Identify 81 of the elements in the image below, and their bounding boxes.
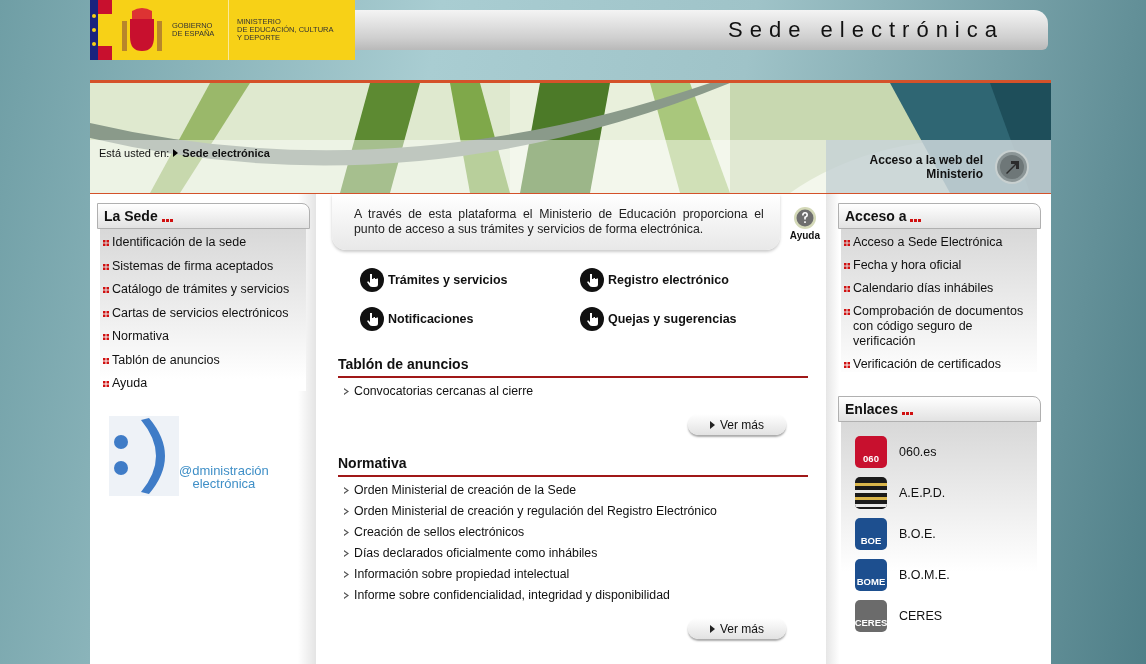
quick-link[interactable]: Trámites y servicios (360, 268, 580, 292)
e-administration-logo[interactable]: @dministración electrónica (109, 416, 310, 496)
breadcrumb-label: Está usted en: (99, 147, 170, 159)
external-link[interactable]: A.E.P.D. (899, 486, 946, 500)
hand-pointer-icon (580, 268, 604, 292)
menu-link[interactable]: Fecha y hora oficial (853, 258, 962, 273)
dots-icon (910, 218, 922, 222)
intro-text: A través de esta plataforma el Ministerio de Educación proporciona el punto de acceso a sus trámites y servicios de forma electrónica. (332, 194, 780, 250)
quick-link[interactable]: Registro electrónico (580, 268, 800, 292)
menu-link[interactable]: Identificación de la sede (112, 235, 247, 250)
chevron-icon (344, 529, 349, 536)
hand-pointer-icon (360, 307, 384, 331)
arrow-icon (710, 624, 715, 633)
panel-title: Enlaces (845, 401, 898, 417)
menu-link[interactable]: Ayuda (112, 376, 148, 391)
bullet-icon (103, 334, 109, 340)
chevron-icon (344, 487, 349, 494)
hand-pointer-icon (580, 307, 604, 331)
bullet-icon (844, 362, 850, 368)
list-link[interactable]: Información sobre propiedad intelectual (354, 567, 570, 582)
site-logo-icon[interactable]: BOE (855, 518, 887, 550)
site-logo-icon[interactable]: 060 (855, 436, 887, 468)
menu-link[interactable]: Catálogo de trámites y servicios (112, 282, 290, 297)
breadcrumb-link[interactable]: Sede electrónica (182, 147, 270, 159)
site-logo-icon[interactable]: BOME (855, 559, 887, 591)
list-link[interactable]: Orden Ministerial de creación y regulación del Registro Electrónico (354, 504, 717, 519)
panel-title: Acceso a (845, 208, 907, 224)
bullet-icon (844, 240, 850, 246)
bullet-icon (103, 310, 109, 317)
arrow-icon (710, 420, 715, 429)
site-title: Sede electrónica (728, 17, 1004, 43)
help-icon (792, 206, 817, 230)
list-link[interactable]: Orden Ministerial de creación de la Sede (354, 483, 577, 498)
ministry-link[interactable]: Acceso a la web del Ministerio (826, 140, 1051, 193)
chevron-icon (344, 508, 349, 515)
menu-link[interactable]: Sistemas de firma aceptados (112, 258, 274, 274)
bullet-icon (103, 381, 109, 387)
help-link[interactable]: Ayuda (789, 206, 820, 241)
external-link[interactable]: B.O.M.E. (899, 568, 950, 582)
see-more-button[interactable]: Ver más (688, 414, 786, 435)
see-more-button[interactable]: Ver más (688, 618, 786, 639)
bullet-icon (844, 309, 850, 315)
arrow-icon (173, 149, 179, 157)
external-link[interactable]: 060.es (899, 445, 937, 459)
arrow-circle-icon (995, 149, 1029, 184)
bullet-icon (103, 357, 109, 364)
flag-icon (90, 0, 112, 60)
menu-link[interactable]: Comprobación de documentos con código seguro de verificación (853, 304, 1037, 349)
list-link[interactable]: Informe sobre confidencialidad, integridad y disponibilidad (354, 588, 670, 603)
menu-link[interactable]: Verificación de certificados (853, 357, 1001, 372)
menu-link[interactable]: Normativa (112, 329, 169, 344)
dots-icon (901, 411, 913, 415)
chevron-icon (344, 571, 349, 578)
dots-icon (161, 218, 173, 222)
quick-link[interactable]: Quejas y sugerencias (580, 307, 800, 331)
bullet-icon (103, 263, 109, 270)
site-logo-icon[interactable] (855, 477, 887, 509)
list-link[interactable]: Creación de sellos electrónicos (354, 525, 525, 540)
bullet-icon (103, 287, 109, 293)
bullet-icon (103, 240, 109, 246)
chevron-icon (344, 388, 349, 395)
section-title: Normativa (338, 455, 808, 477)
chevron-icon (344, 550, 349, 557)
list-link[interactable]: Días declarados oficialmente como inhábiles (354, 546, 598, 561)
menu-link[interactable]: Tablón de anuncios (112, 352, 220, 368)
menu-link[interactable]: Calendario días inhábiles (853, 281, 994, 296)
site-logo-icon[interactable]: CERES (855, 600, 887, 632)
hand-pointer-icon (360, 268, 384, 292)
smiley-icon (109, 416, 179, 496)
coat-of-arms-icon (120, 7, 164, 53)
quick-link[interactable]: Notificaciones (360, 307, 580, 331)
list-link[interactable]: Convocatorias cercanas al cierre (354, 384, 534, 399)
bullet-icon (844, 263, 850, 269)
bullet-icon (844, 286, 850, 292)
chevron-icon (344, 592, 349, 599)
menu-link[interactable]: Acceso a Sede Electrónica (853, 235, 1003, 250)
panel-title: La Sede (104, 208, 158, 224)
menu-link[interactable]: Cartas de servicios electrónicos (112, 305, 289, 321)
external-link[interactable]: CERES (899, 609, 943, 623)
section-title: Tablón de anuncios (338, 356, 808, 378)
external-link[interactable]: B.O.E. (899, 527, 936, 541)
